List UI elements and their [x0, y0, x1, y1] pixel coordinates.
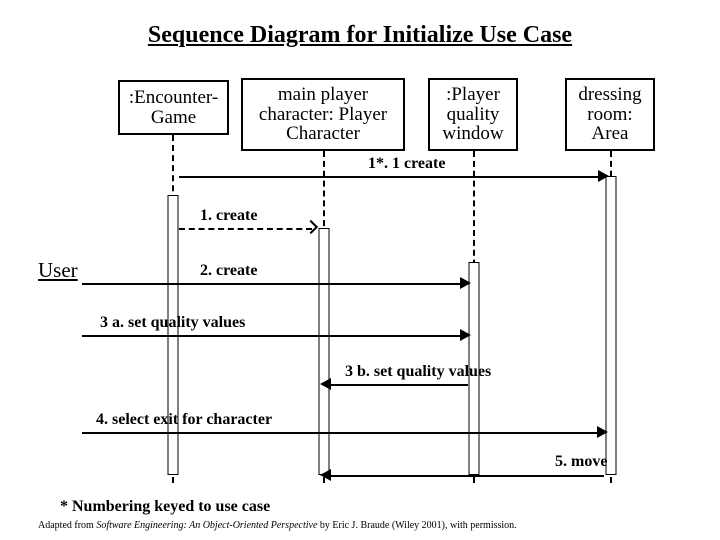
arrow-head-icon: [460, 329, 471, 341]
participant-encounter-game: :Encounter-Game: [118, 80, 229, 135]
participant-label: main player character: Player Character: [247, 85, 399, 145]
sequence-diagram: :Encounter-Game main player character: P…: [0, 0, 720, 540]
citation-title: Software Engineering: An Object-Oriented…: [96, 520, 317, 531]
msg-label-1: 1. create: [200, 207, 257, 225]
footnote: * Numbering keyed to use case: [60, 498, 270, 516]
msg-label-2: 2. create: [200, 262, 257, 280]
msg-label-3b: 3 b. set quality values: [345, 363, 491, 381]
participant-label: dressing room: Area: [571, 85, 649, 145]
arrow-head-icon: [460, 277, 471, 289]
arrow-head-icon: [320, 469, 331, 481]
arrow-head-icon: [320, 378, 331, 390]
msg-label-5: 5. move: [555, 453, 607, 471]
arrow-head-icon: [597, 426, 608, 438]
msg-1star-1-create: [179, 176, 599, 178]
msg-1-create: [179, 228, 312, 230]
msg-4-select-exit: [82, 432, 598, 434]
msg-label-4: 4. select exit for character: [96, 411, 272, 429]
citation: Adapted from Software Engineering: An Ob…: [38, 520, 517, 531]
msg-2-create: [82, 283, 462, 285]
arrow-head-icon: [304, 220, 318, 234]
participant-label: :Encounter-Game: [129, 88, 218, 128]
msg-3b-set-quality: [331, 384, 468, 386]
msg-label-3a: 3 a. set quality values: [100, 314, 245, 332]
citation-prefix: Adapted from: [38, 520, 96, 531]
participant-main-player-character: main player character: Player Character: [241, 78, 405, 151]
participant-player-quality-window: :Player quality window: [428, 78, 518, 151]
actor-user: User: [38, 258, 78, 283]
msg-3a-set-quality: [82, 335, 462, 337]
participant-label: :Player quality window: [434, 85, 512, 145]
arrow-head-icon: [598, 170, 609, 182]
msg-label-1star: 1*. 1 create: [368, 155, 445, 173]
participant-dressing-room-area: dressing room: Area: [565, 78, 655, 151]
activation-main-player-character: [319, 228, 330, 475]
msg-5-move: [331, 475, 604, 477]
citation-suffix: by Eric J. Braude (Wiley 2001), with per…: [317, 520, 516, 531]
